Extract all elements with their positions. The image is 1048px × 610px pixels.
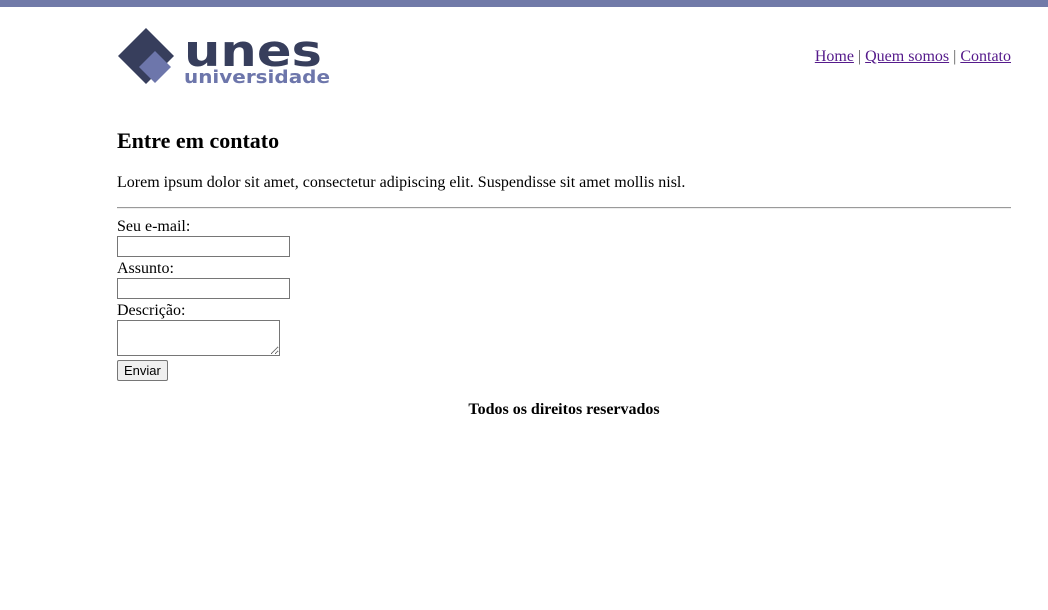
nav-separator: | bbox=[953, 48, 957, 65]
header: unes universidade Home | Quem somos | Co… bbox=[117, 0, 1011, 100]
top-nav: Home | Quem somos | Contato bbox=[815, 48, 1011, 66]
footer-text: Todos os direitos reservados bbox=[468, 401, 660, 418]
unes-logo[interactable]: unes universidade bbox=[117, 28, 332, 86]
divider bbox=[117, 207, 1011, 209]
intro-text: Lorem ipsum dolor sit amet, consectetur … bbox=[117, 174, 686, 191]
nav-link-home[interactable]: Home bbox=[815, 48, 854, 65]
page-title: Entre em contato bbox=[117, 128, 280, 153]
submit-button[interactable]: Enviar bbox=[117, 360, 168, 381]
subject-label: Assunto: bbox=[117, 260, 174, 277]
page-container: unes universidade Home | Quem somos | Co… bbox=[117, 0, 1011, 418]
description-label: Descrição: bbox=[117, 302, 186, 319]
nav-link-contato[interactable]: Contato bbox=[960, 48, 1011, 65]
email-label: Seu e-mail: bbox=[117, 218, 191, 235]
diamond-logo-icon bbox=[118, 28, 174, 84]
description-textarea[interactable] bbox=[117, 320, 280, 356]
subject-field[interactable] bbox=[117, 278, 290, 299]
logo-subtext: universidade bbox=[184, 67, 330, 86]
email-field[interactable] bbox=[117, 236, 290, 257]
nav-separator: | bbox=[857, 48, 862, 65]
contact-form: Seu e-mail: Assunto: Descrição: Enviar bbox=[117, 218, 417, 381]
nav-link-quem-somos[interactable]: Quem somos bbox=[865, 48, 949, 65]
